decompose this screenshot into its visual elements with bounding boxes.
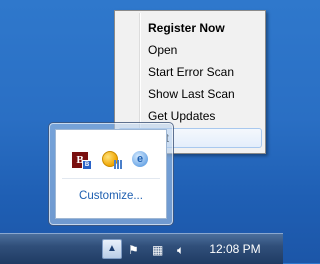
- show-hidden-icons-arrow[interactable]: ▲: [102, 239, 122, 259]
- volume-icon[interactable]: 🔈︎: [177, 243, 184, 257]
- menu-item-start-error-scan[interactable]: Start Error Scan: [118, 62, 262, 82]
- flyout-panel: BB e Customize...: [55, 129, 167, 219]
- app-b-badge-icon: B: [82, 160, 92, 170]
- ie-icon[interactable]: e: [132, 151, 148, 167]
- app-b-icon[interactable]: BB: [72, 152, 92, 170]
- action-center-flag-icon[interactable]: ⚑: [128, 243, 139, 257]
- menu-item-open[interactable]: Open: [118, 40, 262, 60]
- taskbar: ▲ ⚑ ▦ 🔈︎ 12:08 PM: [0, 233, 283, 264]
- clock[interactable]: 12:08 PM: [200, 234, 270, 264]
- menu-item-register-now[interactable]: Register Now: [118, 18, 262, 38]
- network-icon[interactable]: [114, 160, 122, 169]
- customize-link[interactable]: Customize...: [56, 190, 166, 202]
- menu-item-show-last-scan[interactable]: Show Last Scan: [118, 84, 262, 104]
- tray-overflow-flyout: BB e Customize...: [48, 122, 174, 226]
- network-icon[interactable]: ▦: [152, 243, 163, 257]
- flyout-divider: [62, 178, 160, 179]
